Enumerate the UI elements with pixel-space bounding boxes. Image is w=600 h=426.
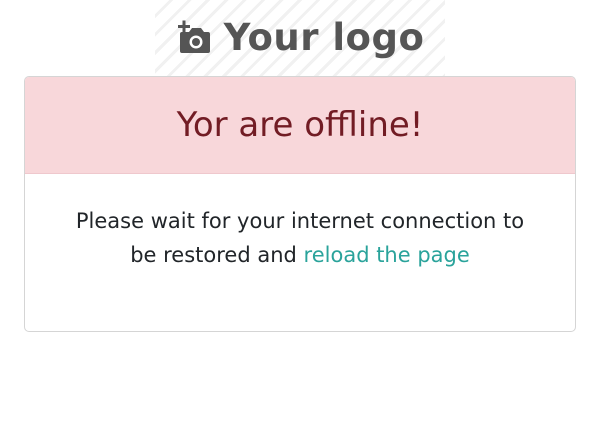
alert-body: Please wait for your internet connection…	[25, 174, 575, 272]
logo-text: Your logo	[223, 15, 425, 59]
reload-page-link[interactable]: reload the page	[304, 243, 470, 267]
offline-page: Your logo Yor are offline! Please wait f…	[0, 0, 600, 426]
alert-header: Yor are offline!	[25, 77, 575, 174]
alert-title: Yor are offline!	[176, 105, 424, 145]
logo: Your logo	[155, 0, 445, 76]
add-photo-icon	[177, 20, 210, 53]
offline-alert-card: Yor are offline! Please wait for your in…	[24, 76, 576, 332]
